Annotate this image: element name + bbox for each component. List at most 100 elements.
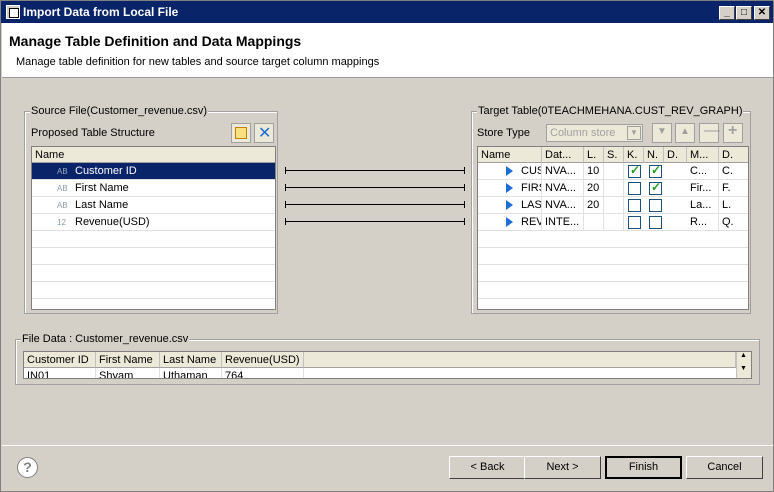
play-arrow-icon <box>506 183 513 193</box>
file-data-row[interactable]: IN01 Shyam Uthaman 764 <box>24 368 736 378</box>
source-row[interactable]: AB Customer ID <box>32 163 275 180</box>
source-row[interactable]: AB Last Name <box>32 197 275 214</box>
proposed-structure-label: Proposed Table Structure <box>31 127 155 139</box>
close-button[interactable]: ✕ <box>754 6 770 20</box>
target-m: La... <box>687 197 719 214</box>
maximize-button[interactable]: □ <box>736 6 752 20</box>
target-d: C. <box>719 163 748 180</box>
key-checkbox[interactable] <box>628 182 641 195</box>
target-name: FIRS <box>518 180 542 197</box>
empty-row <box>32 231 275 248</box>
column-header: Dat... <box>542 147 584 163</box>
source-group-label: Source File(Customer_revenue.csv) <box>30 105 209 117</box>
target-length: 10 <box>584 163 604 180</box>
source-row[interactable]: AB First Name <box>32 180 275 197</box>
target-m: C... <box>687 163 719 180</box>
import-dialog: Import Data from Local File _ □ ✕ Manage… <box>0 0 774 492</box>
empty-row <box>478 282 748 299</box>
key-checkbox[interactable] <box>628 199 641 212</box>
vertical-scrollbar[interactable]: ▲ ▼ <box>736 352 751 378</box>
column-header: D. <box>664 147 687 163</box>
empty-row <box>478 231 748 248</box>
tree-structure-button[interactable] <box>231 123 251 143</box>
target-m: Fir... <box>687 180 719 197</box>
source-column-name: Customer ID <box>75 165 137 177</box>
file-data-group: File Data : Customer_revenue.csv Custome… <box>15 333 760 385</box>
target-datatype: INTE... <box>542 214 584 231</box>
source-file-group: Source File(Customer_revenue.csv) Propos… <box>24 105 278 314</box>
empty-row <box>478 265 748 282</box>
window-title: Import Data from Local File <box>23 5 179 19</box>
target-name: CUS <box>518 163 542 180</box>
column-header: S. <box>604 147 624 163</box>
delete-button[interactable]: ✕ <box>254 123 274 143</box>
target-row[interactable]: CUS NVA... 10 C... C. <box>478 163 748 180</box>
x-icon: ✕ <box>258 125 272 142</box>
not-null-checkbox[interactable] <box>649 199 662 212</box>
mapping-line[interactable] <box>285 201 465 208</box>
tree-icon <box>235 127 247 139</box>
move-down-button[interactable]: ▼ <box>652 123 672 143</box>
not-null-checkbox[interactable] <box>649 216 662 229</box>
scroll-up-icon: ▲ <box>740 352 747 359</box>
target-scale <box>604 180 624 197</box>
target-row[interactable]: REV INTE... R... Q. <box>478 214 748 231</box>
window-icon <box>6 5 20 19</box>
help-icon[interactable]: ? <box>17 457 38 478</box>
file-column-header: Customer ID <box>24 352 96 368</box>
target-group-label: Target Table(0TEACHMEHANA.CUST_REV_GRAPH… <box>477 105 744 117</box>
chevron-down-icon: ▼ <box>627 126 641 140</box>
file-column-header: Revenue(USD) <box>222 352 304 368</box>
next-button[interactable]: Next > <box>524 456 601 479</box>
target-row[interactable]: FIRS NVA... 20 Fir... F. <box>478 180 748 197</box>
source-column-name: Last Name <box>75 199 129 211</box>
target-row[interactable]: LAS NVA... 20 La... L. <box>478 197 748 214</box>
target-length: 20 <box>584 180 604 197</box>
minus-icon: — <box>704 122 720 139</box>
target-columns-table: Name Dat... L. S. K. N. D. M... D. CUS N… <box>477 146 749 310</box>
column-header: Name <box>478 147 542 163</box>
store-type-value: Column store <box>550 127 616 139</box>
remove-column-button[interactable]: — <box>699 122 720 143</box>
not-null-checkbox[interactable] <box>649 163 662 178</box>
mapping-line[interactable] <box>285 184 465 191</box>
file-cell: Shyam <box>96 368 160 378</box>
play-arrow-icon <box>506 200 513 210</box>
target-datatype: NVA... <box>542 180 584 197</box>
mapping-line[interactable] <box>285 167 465 174</box>
plus-icon: + <box>728 122 738 139</box>
file-cell: 764 <box>222 368 304 378</box>
target-datatype: NVA... <box>542 163 584 180</box>
key-checkbox[interactable] <box>628 216 641 229</box>
column-header: M... <box>687 147 719 163</box>
target-length: 20 <box>584 197 604 214</box>
target-m: R... <box>687 214 719 231</box>
not-null-checkbox[interactable] <box>649 180 662 195</box>
up-arrow-icon: ▲ <box>680 126 690 137</box>
target-scale <box>604 163 624 180</box>
target-d: L. <box>719 197 748 214</box>
empty-row <box>32 282 275 299</box>
target-name: LAS <box>518 197 542 214</box>
wizard-header: Manage Table Definition and Data Mapping… <box>2 23 773 78</box>
source-column-name: First Name <box>75 182 129 194</box>
minimize-button[interactable]: _ <box>719 6 735 20</box>
down-arrow-icon: ▼ <box>657 126 667 137</box>
target-datatype: NVA... <box>542 197 584 214</box>
move-up-button[interactable]: ▲ <box>675 123 695 143</box>
cancel-button[interactable]: Cancel <box>686 456 763 479</box>
finish-button[interactable]: Finish <box>605 456 682 479</box>
empty-row <box>478 248 748 265</box>
column-header: K. <box>624 147 644 163</box>
footer-divider <box>2 445 773 446</box>
add-column-button[interactable]: + <box>723 122 743 143</box>
key-checkbox[interactable] <box>628 163 641 178</box>
page-subtitle: Manage table definition for new tables a… <box>16 56 380 68</box>
play-arrow-icon <box>506 217 513 227</box>
store-type-select[interactable]: Column store ▼ <box>546 124 643 142</box>
mapping-line[interactable] <box>285 218 465 225</box>
back-button[interactable]: < Back <box>449 456 526 479</box>
source-row[interactable]: 12 Revenue(USD) <box>32 214 275 231</box>
file-column-header: First Name <box>96 352 160 368</box>
type-icon: AB <box>57 167 68 176</box>
